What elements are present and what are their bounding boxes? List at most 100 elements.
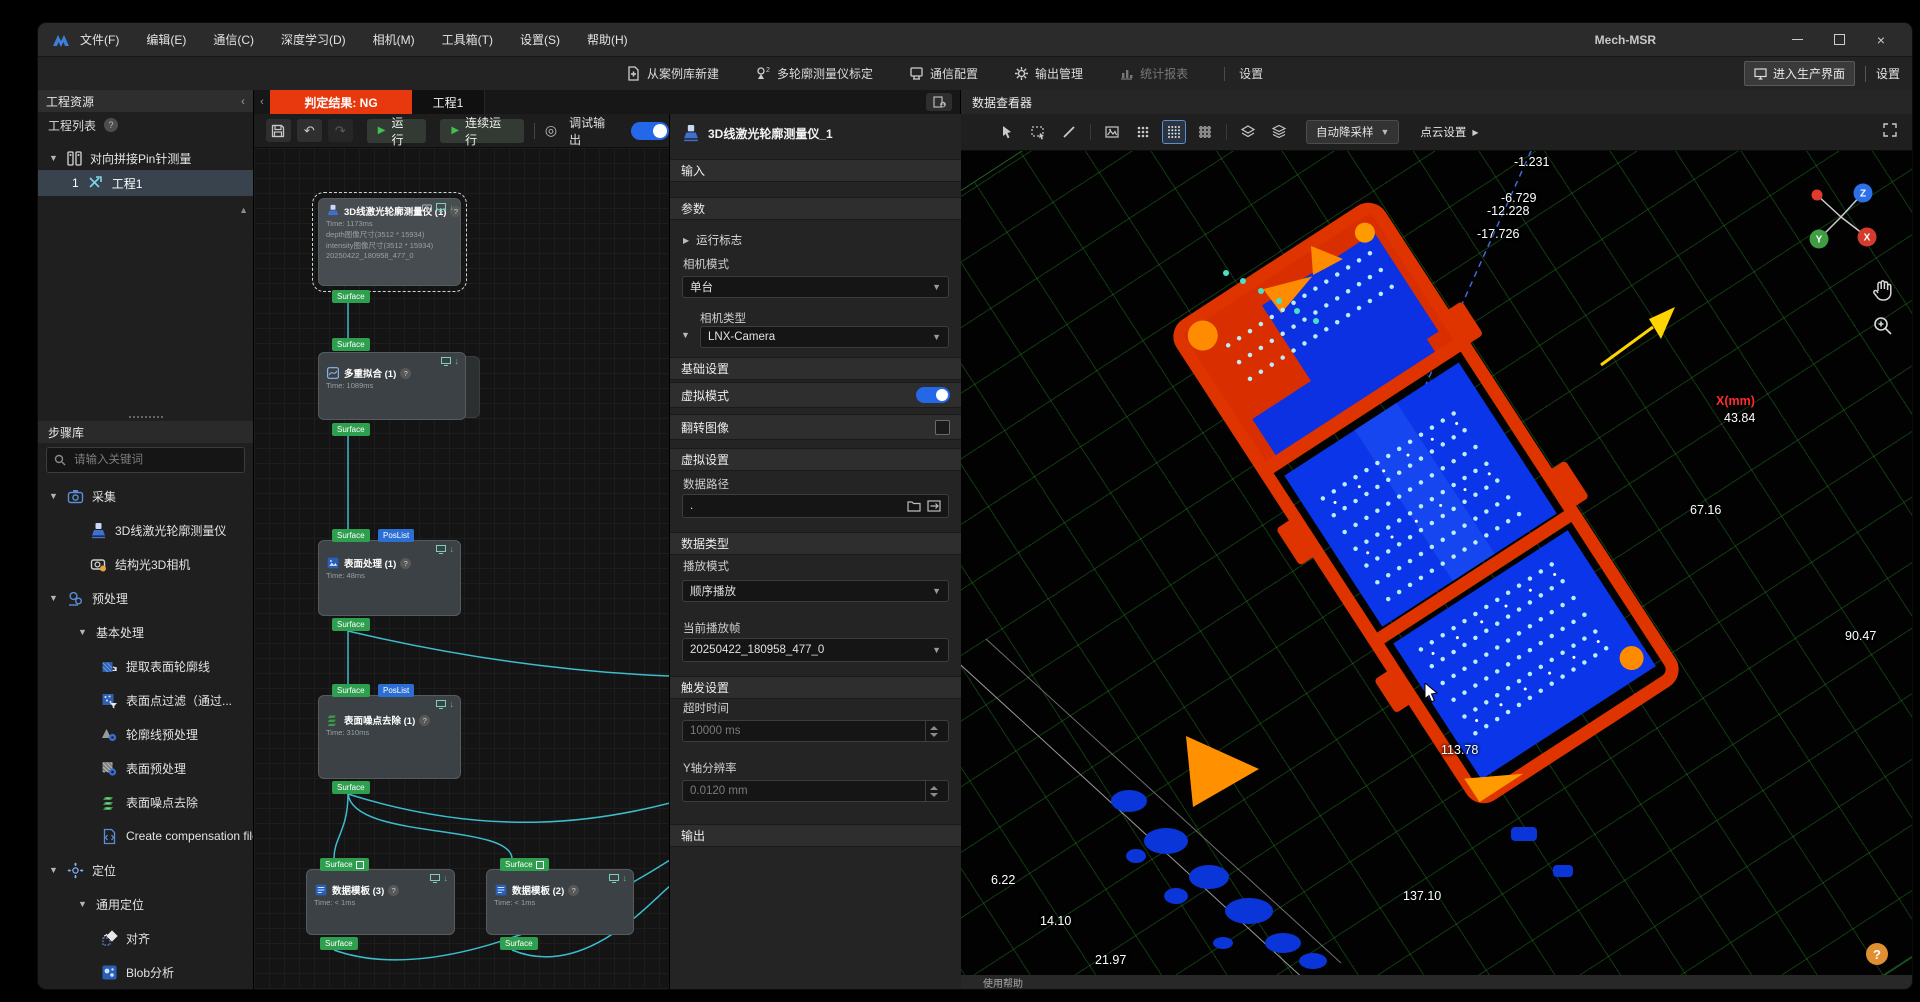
port-tag-surface[interactable]: Surface [320, 858, 369, 871]
chevron-down-icon[interactable]: ▼ [49, 491, 59, 501]
chevron-down-icon[interactable]: ▼ [49, 153, 59, 163]
sidebar-splitter[interactable] [38, 413, 253, 421]
menu-communication[interactable]: 通信(C) [213, 31, 254, 48]
library-item-surface-denoise[interactable]: 表面噪点去除 [38, 785, 253, 819]
spinner-arrows[interactable] [925, 781, 941, 801]
toolbar-settings-button[interactable]: 设置 [1239, 65, 1263, 82]
node-help-icon[interactable]: ? [400, 558, 411, 569]
library-item-surface-point-filter[interactable]: 表面点过滤（通过... [38, 683, 253, 717]
library-item-extract-profile[interactable]: 提取表面轮廓线 [38, 649, 253, 683]
flip-image-checkbox[interactable] [935, 420, 950, 435]
library-item-blob-analysis[interactable]: Blob分析 [38, 955, 253, 989]
collapse-left-icon[interactable]: ‹ [241, 94, 245, 108]
enter-production-button[interactable]: 进入生产界面 [1744, 61, 1855, 86]
node-data-template-2[interactable]: ↓ 数据模板 (2) ? Time: < 1ms [486, 869, 634, 935]
port-tag-surface[interactable]: Surface [332, 338, 370, 351]
menu-toolbox[interactable]: 工具箱(T) [442, 31, 493, 48]
current-frame-select[interactable]: 20250422_180958_477_0 ▼ [682, 638, 949, 662]
camera-mode-select[interactable]: 单台 ▼ [682, 276, 949, 298]
virtual-mode-toggle[interactable] [916, 387, 950, 403]
menu-deep-learning[interactable]: 深度学习(D) [281, 31, 346, 48]
play-mode-select[interactable]: 顺序播放 ▼ [682, 580, 949, 602]
library-item-structured-light-camera[interactable]: 结构光3D相机 [38, 547, 253, 581]
port-tag-surface[interactable]: Surface [500, 858, 549, 871]
downsample-dropdown[interactable]: 自动降采样 ▼ [1306, 120, 1399, 144]
spinner-arrows[interactable] [925, 721, 941, 741]
y-resolution-spinbox[interactable]: 0.0120 mm [682, 780, 949, 802]
viewer-bottom-bar[interactable]: 使用帮助 [961, 975, 1912, 989]
library-group-preprocessing[interactable]: ▼ 预处理 [38, 581, 253, 615]
project-group-row[interactable]: ▼ 对向拼接Pin针测量 [38, 146, 253, 170]
run-button[interactable]: ▶ 运行 [367, 119, 427, 143]
port-tag-surface[interactable]: Surface [332, 290, 370, 303]
library-group-capture[interactable]: ▼ 采集 [38, 479, 253, 513]
collapse-panel-button[interactable]: ‹ [254, 90, 270, 114]
port-tag-surface[interactable]: Surface [332, 684, 370, 697]
expander-icon[interactable]: ▼ [681, 330, 690, 340]
port-tag-poslist[interactable]: PosList [378, 684, 414, 697]
library-group-basic-processing[interactable]: ▼ 基本处理 [38, 615, 253, 649]
box-select-tool-button[interactable] [1026, 120, 1050, 144]
path-switch-button[interactable] [927, 500, 941, 512]
library-item-surface-preprocessing[interactable]: 表面预处理 [38, 751, 253, 785]
scroll-up-icon[interactable]: ▲ [239, 205, 248, 215]
communication-config-button[interactable]: 通信配置 [909, 65, 978, 82]
section-trigger-settings[interactable]: 触发设置 [670, 676, 961, 699]
node-help-icon[interactable]: ? [568, 885, 579, 896]
section-params[interactable]: 参数 [670, 197, 961, 220]
browse-folder-button[interactable] [907, 500, 921, 512]
orientation-gizmo[interactable]: Z Y X [1807, 177, 1883, 253]
node-data-template-3[interactable]: ↓ 数据模板 (3) ? Time: < 1ms [306, 869, 455, 935]
chevron-down-icon[interactable]: ▼ [78, 899, 88, 909]
project-item-selected[interactable]: 1 工程1 [38, 170, 253, 196]
menu-help[interactable]: 帮助(H) [587, 31, 628, 48]
layers-button[interactable] [1236, 120, 1260, 144]
port-tag-surface[interactable]: Surface [332, 618, 370, 631]
zoom-tool[interactable] [1872, 315, 1894, 339]
menu-camera[interactable]: 相机(M) [373, 31, 415, 48]
help-button[interactable]: ? [1866, 943, 1888, 965]
chevron-down-icon[interactable]: ▼ [78, 627, 88, 637]
section-basic-settings[interactable]: 基础设置 [670, 357, 961, 380]
output-management-button[interactable]: 输出管理 [1014, 65, 1083, 82]
node-help-icon[interactable]: ? [388, 885, 399, 896]
library-item-laser-profiler[interactable]: 3D线激光轮廓测量仪 [38, 513, 253, 547]
restore-button[interactable] [1818, 28, 1860, 52]
fullscreen-button[interactable] [1882, 122, 1898, 143]
profiler-calibration-button[interactable]: 2 多轮廓测量仪标定 [755, 65, 873, 82]
node-surface-process[interactable]: ↓ 表面处理 (1) ? Time: 48ms [318, 540, 461, 616]
library-item-create-compensation-file[interactable]: Create compensation file [38, 819, 253, 853]
data-path-input[interactable]: . [682, 494, 949, 518]
redo-button[interactable]: ↷ [328, 119, 353, 142]
port-tag-surface[interactable]: Surface [332, 781, 370, 794]
new-from-case-button[interactable]: 从案例库新建 [626, 65, 719, 82]
port-tag-surface[interactable]: Surface [332, 529, 370, 542]
port-tag-poslist[interactable]: PosList [378, 529, 414, 542]
debug-output-toggle[interactable] [631, 122, 669, 140]
help-badge-icon[interactable]: ? [104, 118, 118, 132]
stacked-layers-button[interactable] [1267, 120, 1291, 144]
pan-hand-tool[interactable] [1872, 279, 1894, 303]
timeout-spinbox[interactable]: 10000 ms [682, 720, 949, 742]
node-surface-denoise[interactable]: ↓ 表面噪点去除 (1) ? Time: 310ms [318, 695, 461, 779]
tab-judgement-result[interactable]: 判定结果: NG [270, 90, 412, 114]
node-help-icon[interactable]: ? [419, 715, 430, 726]
port-tag-surface[interactable]: Surface [332, 423, 370, 436]
menu-edit[interactable]: 编辑(E) [146, 31, 186, 48]
pointcloud-viewport[interactable]: -1.231 -6.729 -12.228 -17.726 X(mm) 43.8… [961, 151, 1912, 975]
statistics-report-button[interactable]: 统计报表 [1119, 65, 1188, 82]
continuous-run-button[interactable]: ▶ 连续运行 [440, 119, 524, 143]
undo-button[interactable]: ↶ [297, 119, 322, 142]
sparse-point-grid-button[interactable] [1193, 120, 1217, 144]
flow-canvas[interactable]: ↓ 3D线激光轮廓测量仪 (1) ? Time: 1173ms depth图像尺… [254, 148, 669, 989]
node-laser-profiler[interactable]: ↓ 3D线激光轮廓测量仪 (1) ? Time: 1173ms depth图像尺… [318, 198, 461, 286]
menu-file[interactable]: 文件(F) [80, 31, 119, 48]
pointcloud-settings-button[interactable]: 点云设置 ▶ [1420, 124, 1478, 140]
point-grid-button[interactable] [1131, 120, 1155, 144]
chevron-down-icon[interactable]: ▼ [49, 593, 59, 603]
section-virtual-settings[interactable]: 虚拟设置 [670, 448, 961, 471]
settings-right-button[interactable]: 设置 [1876, 65, 1904, 82]
node-multi-fit[interactable]: ↓ 多重拟合 (1) ? Time: 1089ms [318, 352, 466, 420]
menu-settings[interactable]: 设置(S) [520, 31, 560, 48]
library-group-positioning[interactable]: ▼ 定位 [38, 853, 253, 887]
